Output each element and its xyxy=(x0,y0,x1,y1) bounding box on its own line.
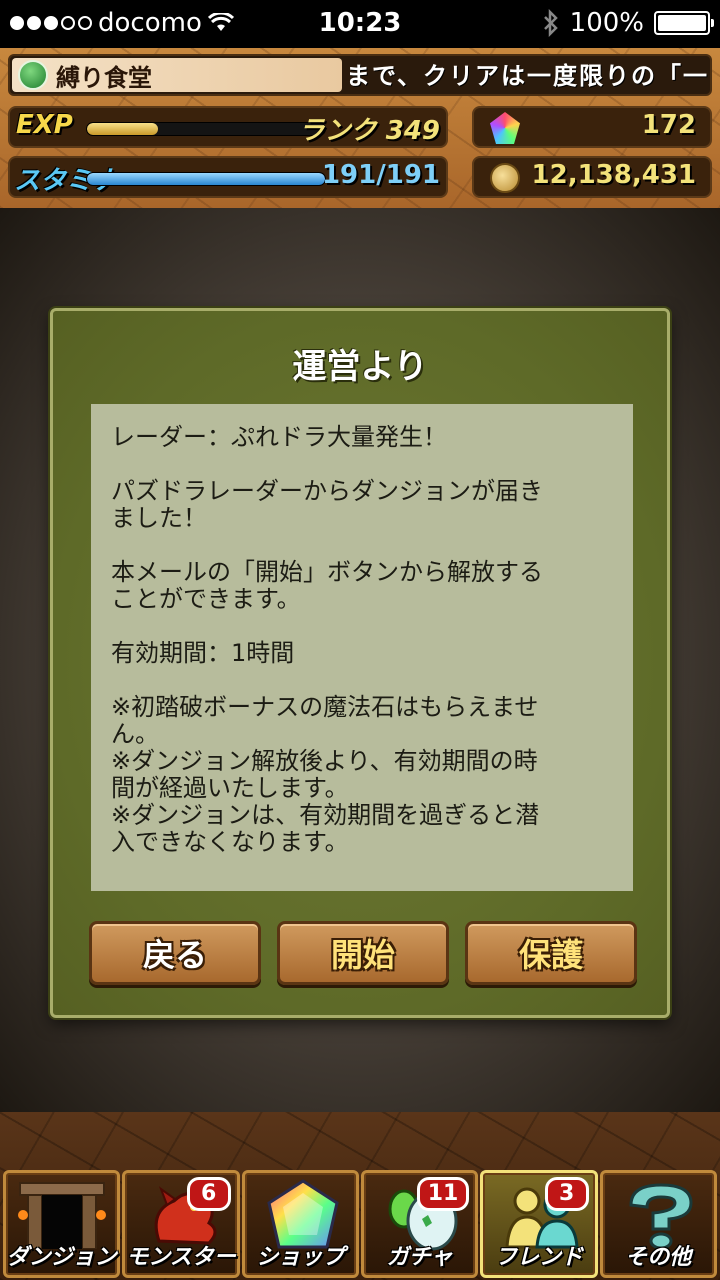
start-button[interactable]: 開始 xyxy=(277,921,449,985)
battery-icon xyxy=(654,11,714,35)
nav-dungeon[interactable]: ダンジョン xyxy=(3,1170,121,1278)
message-line: ※ダンジョンは、有効期間を過ぎると潜 xyxy=(111,801,540,829)
stamina-value: 191/191 xyxy=(321,160,440,190)
status-right: 100% xyxy=(542,8,714,38)
message-line: ことができます。 xyxy=(111,585,301,613)
message-spacer xyxy=(111,451,613,478)
magic-stone-icon xyxy=(490,112,520,144)
battery-percent: 100% xyxy=(569,8,644,38)
dialog-title: 運営より xyxy=(292,347,428,387)
exp-bar xyxy=(86,122,326,136)
dungeon-name: 縛り食堂 xyxy=(56,63,152,92)
message-spacer xyxy=(111,667,613,694)
message-body[interactable]: レーダー：ぷれドラ大量発生！ パズドラレーダーからダンジョンが届き ました！ 本メール… xyxy=(91,404,633,891)
coin-count: 12,138,431 xyxy=(531,160,696,190)
monster-badge: 6 xyxy=(186,1177,231,1211)
nav-shop[interactable]: ショップ xyxy=(241,1170,359,1278)
dungeon-attribute-icon xyxy=(18,60,48,90)
gacha-badge: 11 xyxy=(416,1177,470,1211)
mail-dialog: 運営より レーダー：ぷれドラ大量発生！ パズドラレーダーからダンジョンが届き ました… xyxy=(50,308,670,1018)
dungeon-info-bar[interactable]: 縛り食堂 まで、クリアは一度限りの「一| xyxy=(8,54,712,96)
message-line: ました！ xyxy=(111,504,207,532)
exp-label: EXP xyxy=(16,110,73,140)
current-dungeon[interactable]: 縛り食堂 xyxy=(12,58,342,92)
message-spacer xyxy=(111,613,613,640)
message-line: 入できなくなります。 xyxy=(111,828,349,856)
message-line: ※初踏破ボーナスの魔法石はもらえませ xyxy=(111,693,539,721)
exp-panel: EXP ランク 349 xyxy=(8,106,448,148)
message-line: レーダー：ぷれドラ大量発生！ xyxy=(111,423,447,451)
message-spacer xyxy=(111,532,613,559)
stamina-bar xyxy=(86,172,326,186)
nav-friend-label: フレンド xyxy=(494,1245,583,1270)
protect-button[interactable]: 保護 xyxy=(465,921,637,985)
magic-stone-panel: 172 xyxy=(472,106,712,148)
nav-shop-label: ショップ xyxy=(256,1245,345,1270)
message-line: パズドラレーダーからダンジョンが届き xyxy=(111,477,543,505)
rank-value: ランク 349 xyxy=(298,116,440,146)
message-line: 有効期間：1時間 xyxy=(111,639,295,667)
nav-gacha-label: ガチャ xyxy=(386,1245,453,1270)
bluetooth-icon xyxy=(543,9,558,37)
back-button[interactable]: 戻る xyxy=(89,921,261,985)
message-line: ※ダンジョン解放後より、有効期間の時 xyxy=(111,747,538,775)
bottom-nav: ダンジョン 6 モンスター ショップ 11 ガチャ 3 フレンド その他 xyxy=(0,1168,720,1280)
nav-monster-label: モンスター xyxy=(126,1245,236,1270)
coin-panel: 12,138,431 xyxy=(472,156,712,198)
nav-other[interactable]: その他 xyxy=(599,1170,717,1278)
nav-other-label: その他 xyxy=(625,1245,692,1270)
friend-badge: 3 xyxy=(544,1177,589,1211)
player-header: 縛り食堂 まで、クリアは一度限りの「一| EXP ランク 349 172 スタミ… xyxy=(0,48,720,208)
message-line: 間が経過いたします。 xyxy=(111,774,349,802)
message-line: ん。 xyxy=(111,720,159,748)
news-ticker: まで、クリアは一度限りの「一| xyxy=(346,62,712,90)
magic-stone-count: 172 xyxy=(641,110,696,140)
coin-icon xyxy=(490,163,520,193)
stamina-panel: スタミナ 191/191 xyxy=(8,156,448,198)
nav-gacha[interactable]: 11 ガチャ xyxy=(360,1170,479,1278)
message-line: 本メールの「開始」ボタンから解放する xyxy=(111,558,543,586)
status-bar: docomo 10:23 100% xyxy=(0,0,720,48)
nav-monster[interactable]: 6 モンスター xyxy=(122,1170,240,1278)
nav-friend[interactable]: 3 フレンド xyxy=(480,1170,598,1278)
nav-dungeon-label: ダンジョン xyxy=(6,1245,117,1270)
